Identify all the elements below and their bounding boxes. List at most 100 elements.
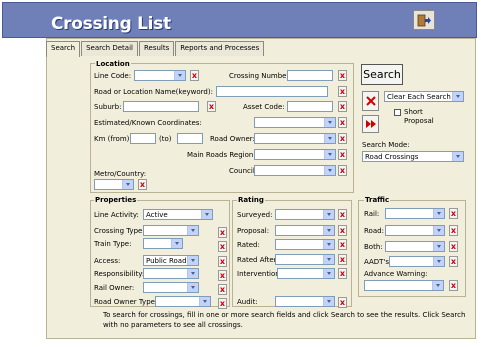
search-mode-label: Search Mode:: [362, 141, 410, 149]
exit-door-icon: [417, 14, 431, 26]
clear-responsibility-button[interactable]: x: [218, 270, 227, 281]
clear-metro-country-button[interactable]: x: [138, 179, 147, 190]
search-mode-select[interactable]: Road Crossings: [362, 151, 464, 162]
road-traffic-select[interactable]: [385, 225, 445, 236]
chevron-down-icon: [324, 166, 335, 175]
rated-after-select[interactable]: [275, 254, 335, 265]
chevron-down-icon: [452, 92, 463, 101]
intervention-label: Intervention:: [237, 270, 283, 278]
suburb-label: Suburb:: [94, 103, 122, 111]
rated-after-label: Rated After:: [237, 256, 279, 264]
council-label: Council:: [229, 167, 258, 175]
chevron-down-icon: [324, 134, 335, 143]
chevron-down-icon: [122, 180, 133, 189]
tab-strip: Search Search Detail Results Reports and…: [46, 41, 265, 57]
intervention-select[interactable]: [277, 268, 335, 279]
coordinates-select[interactable]: [254, 117, 336, 128]
metro-country-label: Metro/Country:: [94, 170, 147, 178]
clear-both-traffic-button[interactable]: x: [449, 241, 458, 252]
clear-suburb-button[interactable]: x: [207, 101, 216, 112]
crossing-number-input[interactable]: [287, 70, 333, 81]
tab-search-detail[interactable]: Search Detail: [81, 41, 138, 56]
clear-proposal-button[interactable]: x: [338, 225, 347, 236]
clear-surveyed-button[interactable]: x: [338, 209, 347, 220]
rated-select[interactable]: [275, 239, 335, 250]
metro-country-select[interactable]: [94, 179, 134, 190]
clear-road-owner-type-button[interactable]: x: [218, 298, 227, 309]
rail-traffic-select[interactable]: [385, 208, 445, 219]
rail-traffic-label: Rail:: [364, 210, 380, 218]
advance-button[interactable]: [362, 115, 379, 133]
clear-train-type-button[interactable]: x: [218, 241, 227, 252]
km-from-label: Km (from):: [94, 135, 132, 143]
tab-search[interactable]: Search: [46, 41, 81, 57]
chevron-down-icon: [187, 283, 198, 292]
responsibility-select[interactable]: [143, 268, 199, 279]
chevron-down-icon: [187, 269, 198, 278]
clear-mode-select[interactable]: Clear Each Search: [384, 91, 464, 102]
access-select[interactable]: Public Road: [143, 255, 199, 266]
clear-rail-owner-button[interactable]: x: [218, 284, 227, 295]
chevron-down-icon: [452, 152, 463, 161]
clear-rail-traffic-button[interactable]: x: [449, 208, 458, 219]
short-proposal-checkbox[interactable]: [394, 109, 401, 116]
clear-aadts-button[interactable]: x: [449, 256, 458, 267]
clear-rated-button[interactable]: x: [338, 239, 347, 250]
help-text: To search for crossings, fill in one or …: [103, 311, 466, 329]
fast-forward-icon: [365, 120, 376, 128]
road-owner-label: Road Owner:: [210, 135, 255, 143]
audit-label: Audit:: [237, 298, 258, 306]
traffic-heading: Traffic: [364, 196, 391, 204]
km-to-label: (to): [159, 135, 172, 143]
km-from-input[interactable]: [130, 133, 156, 144]
asset-code-input[interactable]: [287, 101, 333, 112]
clear-access-button[interactable]: x: [218, 256, 227, 267]
chevron-down-icon: [174, 71, 185, 80]
clear-audit-button[interactable]: x: [338, 297, 347, 308]
clear-all-button[interactable]: [362, 91, 379, 111]
line-code-select[interactable]: [134, 70, 186, 81]
exit-button[interactable]: [413, 10, 435, 30]
main-roads-region-label: Main Roads Region:: [187, 151, 256, 159]
rail-owner-select[interactable]: [143, 282, 199, 293]
both-traffic-select[interactable]: [385, 241, 445, 252]
tab-reports[interactable]: Reports and Processes: [175, 41, 265, 56]
road-owner-type-label: Road Owner Type:: [94, 298, 158, 306]
clear-coordinates-button[interactable]: x: [338, 117, 347, 128]
train-type-select[interactable]: [143, 238, 183, 249]
clear-council-button[interactable]: x: [338, 165, 347, 176]
clear-crossing-type-button[interactable]: x: [218, 227, 227, 238]
crossing-type-select[interactable]: [143, 225, 199, 236]
audit-select[interactable]: [275, 296, 335, 307]
search-button[interactable]: Search: [361, 64, 403, 85]
chevron-down-icon: [323, 226, 334, 235]
clear-road-location-button[interactable]: x: [338, 86, 347, 97]
chevron-down-icon: [323, 269, 334, 278]
km-to-input[interactable]: [177, 133, 203, 144]
suburb-input[interactable]: [123, 101, 199, 112]
road-owner-type-select[interactable]: [155, 296, 211, 307]
road-location-input[interactable]: [216, 86, 328, 97]
clear-road-traffic-button[interactable]: x: [449, 225, 458, 236]
road-owner-select[interactable]: [254, 133, 336, 144]
clear-crossing-number-button[interactable]: x: [338, 70, 347, 81]
clear-asset-code-button[interactable]: x: [338, 101, 347, 112]
clear-rated-after-button[interactable]: x: [338, 254, 347, 265]
clear-advance-warning-button[interactable]: x: [449, 280, 458, 291]
surveyed-select[interactable]: [275, 209, 335, 220]
proposal-select[interactable]: [275, 225, 335, 236]
clear-main-roads-region-button[interactable]: x: [338, 149, 347, 160]
clear-line-code-button[interactable]: x: [190, 70, 199, 81]
chevron-down-icon: [433, 257, 444, 266]
surveyed-label: Surveyed:: [237, 211, 273, 219]
aadts-select[interactable]: [389, 256, 445, 267]
clear-road-owner-button[interactable]: x: [338, 133, 347, 144]
clear-intervention-button[interactable]: x: [338, 268, 347, 279]
advance-warning-label: Advance Warning:: [364, 270, 428, 278]
advance-warning-select[interactable]: [364, 280, 444, 291]
road-traffic-label: Road:: [364, 227, 384, 235]
main-roads-region-select[interactable]: [254, 149, 336, 160]
line-activity-select[interactable]: Active: [143, 209, 213, 220]
tab-results[interactable]: Results: [138, 41, 175, 56]
council-select[interactable]: [254, 165, 336, 176]
